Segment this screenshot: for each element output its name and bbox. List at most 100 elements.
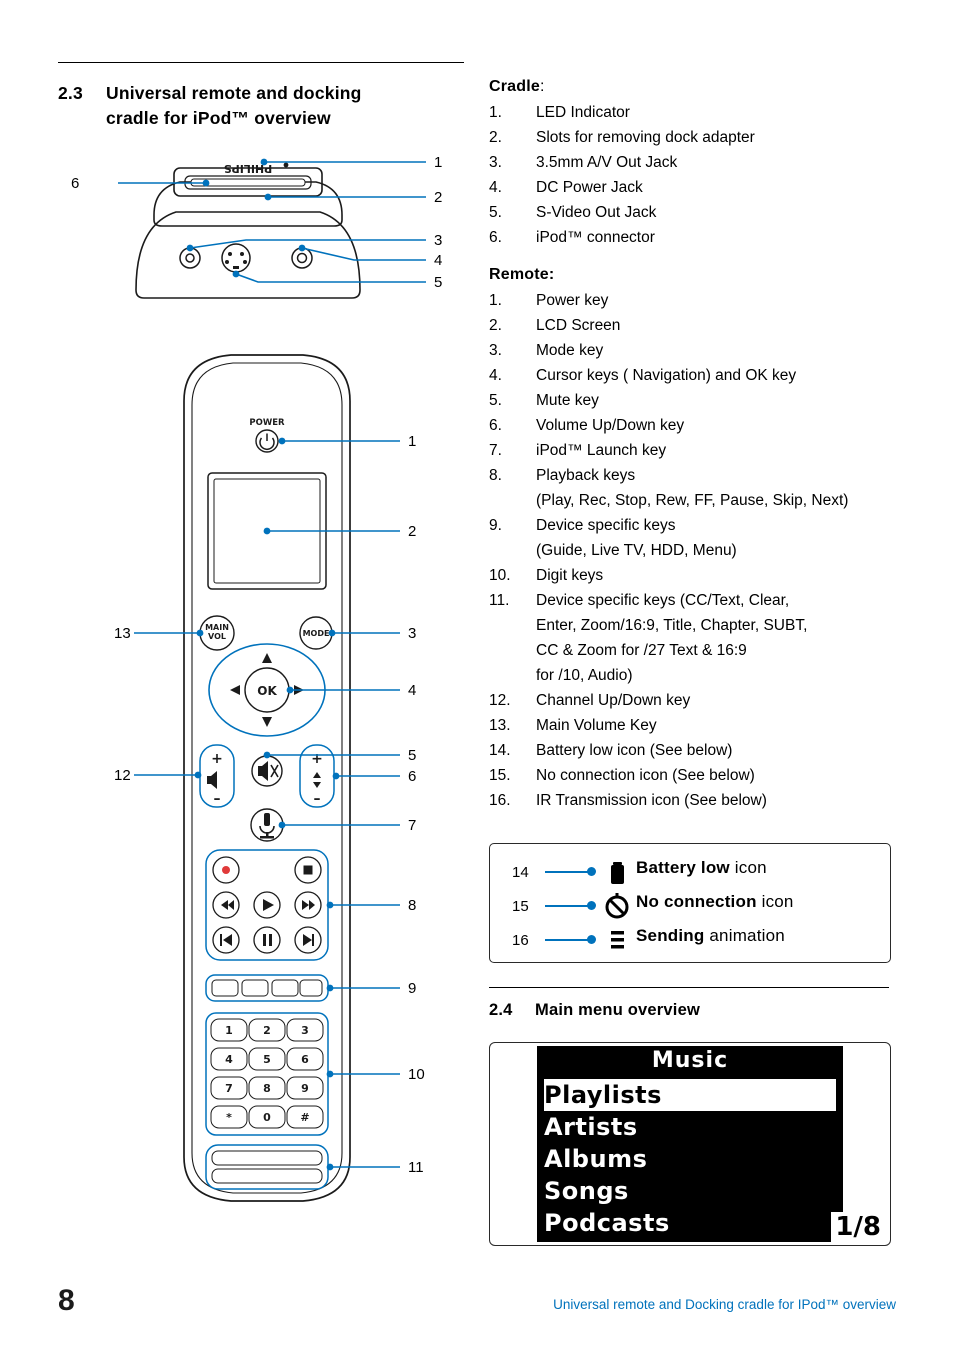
cradle-callout-6: 6 xyxy=(71,175,79,192)
list-item: 5. Mute key xyxy=(489,388,899,413)
list-item: 12. Channel Up/Down key xyxy=(489,688,899,713)
sending-animation-icon xyxy=(602,925,632,955)
item-number: 15. xyxy=(489,767,511,784)
document-page: 2.3 Universal remote and docking cradle … xyxy=(0,0,954,1350)
section-rule xyxy=(58,62,464,63)
list-item: for /10, Audio) xyxy=(489,663,899,688)
cradle-heading-colon: : xyxy=(540,78,545,95)
lcd-menu-item-label: Albums xyxy=(544,1145,648,1173)
svg-text:+: + xyxy=(311,751,323,767)
svg-text:–: – xyxy=(214,791,221,807)
item-number: 4. xyxy=(489,367,502,384)
icon-legend-row-16: 16 Sending animation xyxy=(490,922,890,958)
item-text: Digit keys xyxy=(536,567,604,584)
battery-low-icon xyxy=(602,857,632,887)
legend-dot xyxy=(587,935,596,944)
item-number: 7. xyxy=(489,442,502,459)
item-number: 3. xyxy=(489,342,502,359)
svg-text:6: 6 xyxy=(301,1053,309,1066)
pause-icon xyxy=(263,934,266,946)
power-label: POWER xyxy=(249,418,285,428)
record-icon xyxy=(222,866,230,874)
rewind-icon xyxy=(221,900,228,910)
cradle-list-heading: Cradle: xyxy=(489,78,899,96)
main-vol-label-1: MAIN xyxy=(205,623,229,632)
main-vol-label-2: VOL xyxy=(208,632,226,641)
remote-callout-8: 8 xyxy=(408,897,416,914)
remote-callout-1: 1 xyxy=(408,433,416,450)
svg-text:+: + xyxy=(211,751,223,767)
page-number: 8 xyxy=(58,1284,75,1317)
section-title: Universal remote and docking cradle for … xyxy=(106,81,468,131)
cursor-down-icon xyxy=(262,717,272,727)
svg-text:–: – xyxy=(314,791,321,807)
item-number: 14. xyxy=(489,742,511,759)
icon-legend-row-15: 15 No connection icon xyxy=(490,888,890,924)
legend-dot xyxy=(587,867,596,876)
section-2-4-heading-block: 2.4 Main menu overview xyxy=(489,987,889,1020)
lcd-menu-item-playlists[interactable]: Playlists xyxy=(544,1079,836,1111)
legend-label-bold: Sending xyxy=(636,926,705,945)
item-number: 6. xyxy=(489,417,502,434)
svg-text:9: 9 xyxy=(301,1082,309,1095)
legend-label-16: Sending animation xyxy=(636,926,785,946)
item-number: 5. xyxy=(489,204,502,221)
item-text: LED Indicator xyxy=(536,104,630,121)
section-number: 2.4 xyxy=(489,1001,513,1019)
item-text: Mode key xyxy=(536,342,604,359)
item-text: Power key xyxy=(536,292,609,309)
lcd-menu-item-label: Playlists xyxy=(544,1081,662,1109)
legend-label-15: No connection icon xyxy=(636,892,794,912)
list-item: 2. LCD Screen xyxy=(489,313,899,338)
lcd-menu-item-artists[interactable]: Artists xyxy=(544,1111,836,1143)
svg-text:4: 4 xyxy=(225,1053,233,1066)
lcd-menu-item-label: Podcasts xyxy=(544,1209,670,1237)
legend-label-plain: icon xyxy=(734,858,767,877)
item-number: 13. xyxy=(489,717,511,734)
item-text: Main Volume Key xyxy=(536,717,657,734)
lcd-menu-item-songs[interactable]: Songs xyxy=(544,1175,836,1207)
cursor-left-icon xyxy=(230,685,240,695)
item-number: 11. xyxy=(489,592,510,609)
item-text: (Guide, Live TV, HDD, Menu) xyxy=(536,542,737,559)
section-heading-2-3: 2.3 Universal remote and docking cradle … xyxy=(58,81,468,131)
svg-text:8: 8 xyxy=(263,1082,271,1095)
speaker-icon xyxy=(207,771,217,789)
ok-label: OK xyxy=(257,684,277,698)
item-text: Device specific keys xyxy=(536,517,676,534)
item-number: 12. xyxy=(489,692,511,709)
legend-label-14: Battery low icon xyxy=(636,858,767,878)
cradle-figure: PHILIPS 1 2 3 4 5 6 xyxy=(58,140,468,315)
legend-leader xyxy=(545,871,590,873)
stop-icon xyxy=(303,865,313,875)
chevron-right-icon xyxy=(818,1085,830,1103)
lcd-menu-item-albums[interactable]: Albums xyxy=(544,1143,836,1175)
legend-ref-14: 14 xyxy=(512,863,529,881)
item-number: 3. xyxy=(489,154,502,171)
list-item: 11. Device specific keys (CC/Text, Clear, xyxy=(489,588,899,613)
cradle-callout-3: 3 xyxy=(434,232,442,249)
previous-icon xyxy=(220,934,222,946)
item-number: 8. xyxy=(489,467,502,484)
cradle-callout-4: 4 xyxy=(434,252,442,269)
right-column: Cradle: 1. LED Indicator 2. Slots for remo… xyxy=(489,78,899,813)
legend-label-bold: No connection xyxy=(636,892,757,911)
remote-callout-12: 12 xyxy=(114,767,131,784)
legend-ref-16: 16 xyxy=(512,931,529,949)
remote-list-heading: Remote: xyxy=(489,266,555,283)
item-text: Playback keys xyxy=(536,467,636,484)
section-rule xyxy=(489,987,889,988)
list-item: 3. 3.5mm A/V Out Jack xyxy=(489,150,899,175)
cradle-callout-2: 2 xyxy=(434,189,442,206)
list-item: 3. Mode key xyxy=(489,338,899,363)
mode-label: MODE xyxy=(303,629,330,638)
list-item: Enter, Zoom/16:9, Title, Chapter, SUBT, xyxy=(489,613,899,638)
lcd-title: Music xyxy=(537,1046,843,1076)
lcd-menu-item-podcasts[interactable]: Podcasts xyxy=(544,1207,836,1239)
item-text: Battery low icon (See below) xyxy=(536,742,733,759)
fast-forward-icon xyxy=(302,900,309,910)
svg-text:2: 2 xyxy=(263,1024,271,1037)
list-item: (Play, Rec, Stop, Rew, FF, Pause, Skip, … xyxy=(489,488,899,513)
item-text: No connection icon (See below) xyxy=(536,767,755,784)
